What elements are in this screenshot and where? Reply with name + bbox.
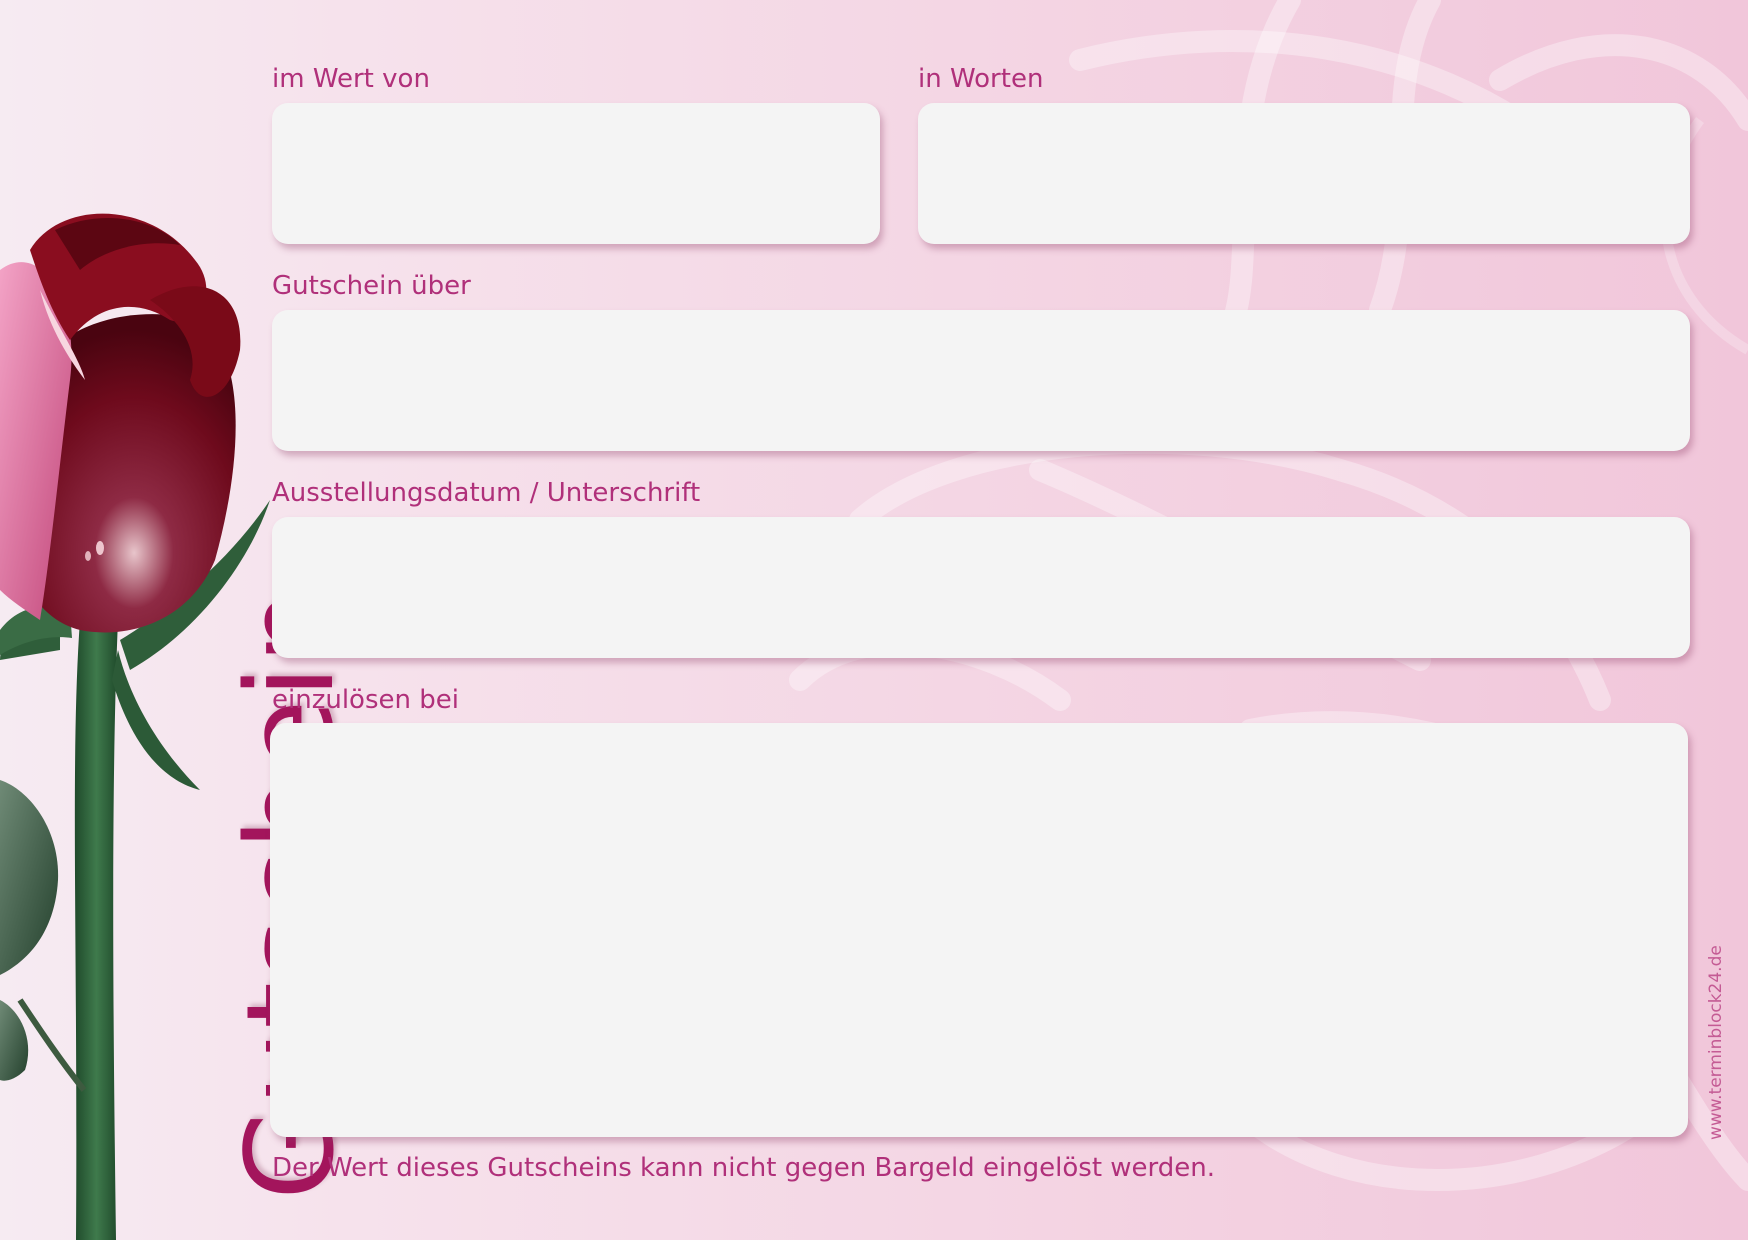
disclaimer-text: Der Wert dieses Gutscheins kann nicht ge… — [272, 1153, 1216, 1183]
in-words-label: in Worten — [918, 64, 1044, 94]
issue-date-signature-label: Ausstellungsdatum / Unterschrift — [272, 478, 701, 508]
redeemable-at-field[interactable] — [270, 723, 1688, 1137]
value-label: im Wert von — [272, 64, 430, 94]
website-text: www.terminblock24.de — [1706, 945, 1726, 1140]
value-field[interactable] — [272, 103, 880, 244]
voucher-for-label: Gutschein über — [272, 271, 471, 301]
voucher-for-field[interactable] — [272, 310, 1690, 451]
in-words-field[interactable] — [918, 103, 1690, 244]
redeemable-at-label: einzulösen bei — [272, 685, 459, 715]
issue-date-signature-field[interactable] — [272, 517, 1690, 658]
voucher-page: Gutschein im Wert von in Worten Gutschei… — [0, 0, 1748, 1240]
